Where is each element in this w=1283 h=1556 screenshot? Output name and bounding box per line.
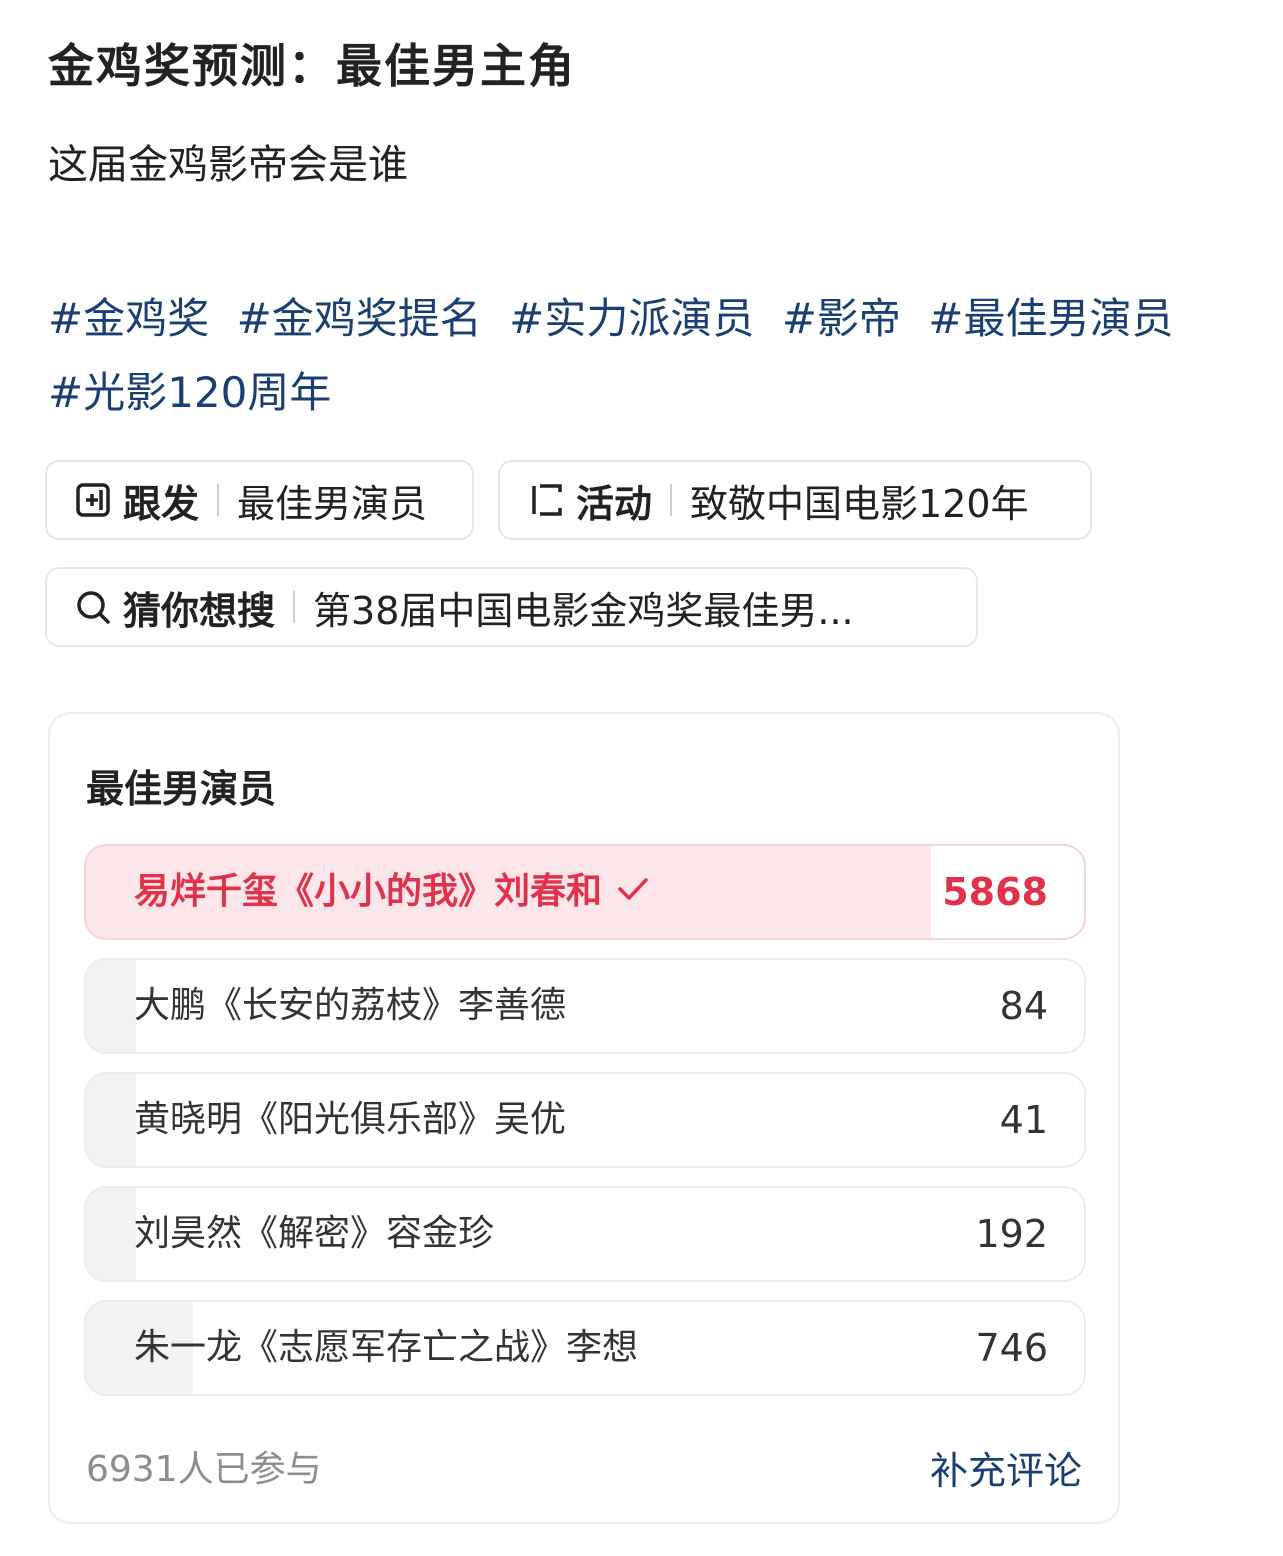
poll-option-count: 84 — [999, 984, 1048, 1028]
poll-option-label: 易烊千玺《小小的我》刘春和 — [134, 871, 603, 912]
poll-option-count: 41 — [999, 1098, 1048, 1142]
search-chip-value: 第38届中国电影金鸡奖最佳男... — [313, 588, 854, 633]
bracket-icon — [524, 478, 568, 522]
chip-divider — [293, 591, 296, 623]
hashtag-link[interactable]: #影帝 — [782, 294, 901, 343]
search-chip-label: 猜你想搜 — [123, 588, 276, 633]
follow-chip[interactable]: 跟发 最佳男演员 — [45, 460, 474, 540]
hashtag-link[interactable]: #最佳男演员 — [928, 294, 1173, 343]
poll-option-count: 5868 — [942, 870, 1048, 914]
chip-divider — [217, 484, 220, 516]
hashtag-link[interactable]: #实力派演员 — [509, 294, 754, 343]
add-comment-link[interactable]: 补充评论 — [930, 1440, 1082, 1495]
poll-option[interactable]: 大鹏《长安的荔枝》李善德 84 — [84, 958, 1086, 1054]
poll-option[interactable]: 朱一龙《志愿军存亡之战》李想 746 — [84, 1300, 1086, 1396]
follow-chip-value: 最佳男演员 — [237, 481, 428, 526]
activity-chip-value: 致敬中国电影120年 — [690, 481, 1029, 526]
search-icon — [71, 585, 115, 629]
poll-title: 最佳男演员 — [86, 767, 277, 811]
plus-box-icon — [71, 478, 115, 522]
chip-divider — [670, 484, 673, 516]
poll-option-label: 朱一龙《志愿军存亡之战》李想 — [134, 1327, 639, 1368]
poll-option-count: 192 — [975, 1212, 1048, 1256]
poll-option-label-wrap: 易烊千玺《小小的我》刘春和 — [134, 846, 650, 938]
check-icon — [616, 847, 650, 938]
poll-option-bar — [86, 960, 136, 1052]
hashtag-link[interactable]: #金鸡奖提名 — [237, 294, 482, 343]
poll-option[interactable]: 黄晓明《阳光俱乐部》吴优 41 — [84, 1072, 1086, 1168]
poll-option-label: 刘昊然《解密》容金珍 — [134, 1213, 495, 1254]
hashtag-list: #金鸡奖 #金鸡奖提名 #实力派演员 #影帝 #最佳男演员 #光影120周年 — [48, 282, 1228, 430]
poll-option[interactable]: 易烊千玺《小小的我》刘春和 5868 — [84, 844, 1086, 940]
follow-chip-label: 跟发 — [123, 481, 200, 526]
post-text: 这届金鸡影帝会是谁 — [48, 142, 408, 188]
poll-option-bar — [86, 1188, 136, 1280]
activity-chip[interactable]: 活动 致敬中国电影120年 — [498, 460, 1092, 540]
hashtag-link[interactable]: #金鸡奖 — [48, 294, 209, 343]
poll-option-bar — [86, 1074, 136, 1166]
participant-count: 6931人已参与 — [86, 1449, 322, 1490]
poll-card: 最佳男演员 易烊千玺《小小的我》刘春和 5868 大鹏《长安的荔枝》李善德 84… — [48, 712, 1120, 1524]
hashtag-link[interactable]: #光影120周年 — [48, 368, 331, 417]
search-suggestion-chip[interactable]: 猜你想搜 第38届中国电影金鸡奖最佳男... — [45, 567, 978, 647]
poll-option-count: 746 — [975, 1326, 1048, 1370]
poll-option-label: 大鹏《长安的荔枝》李善德 — [134, 985, 567, 1026]
activity-chip-label: 活动 — [576, 481, 653, 526]
post-title: 金鸡奖预测：最佳男主角 — [48, 39, 576, 93]
poll-option-label: 黄晓明《阳光俱乐部》吴优 — [134, 1099, 567, 1140]
poll-option[interactable]: 刘昊然《解密》容金珍 192 — [84, 1186, 1086, 1282]
